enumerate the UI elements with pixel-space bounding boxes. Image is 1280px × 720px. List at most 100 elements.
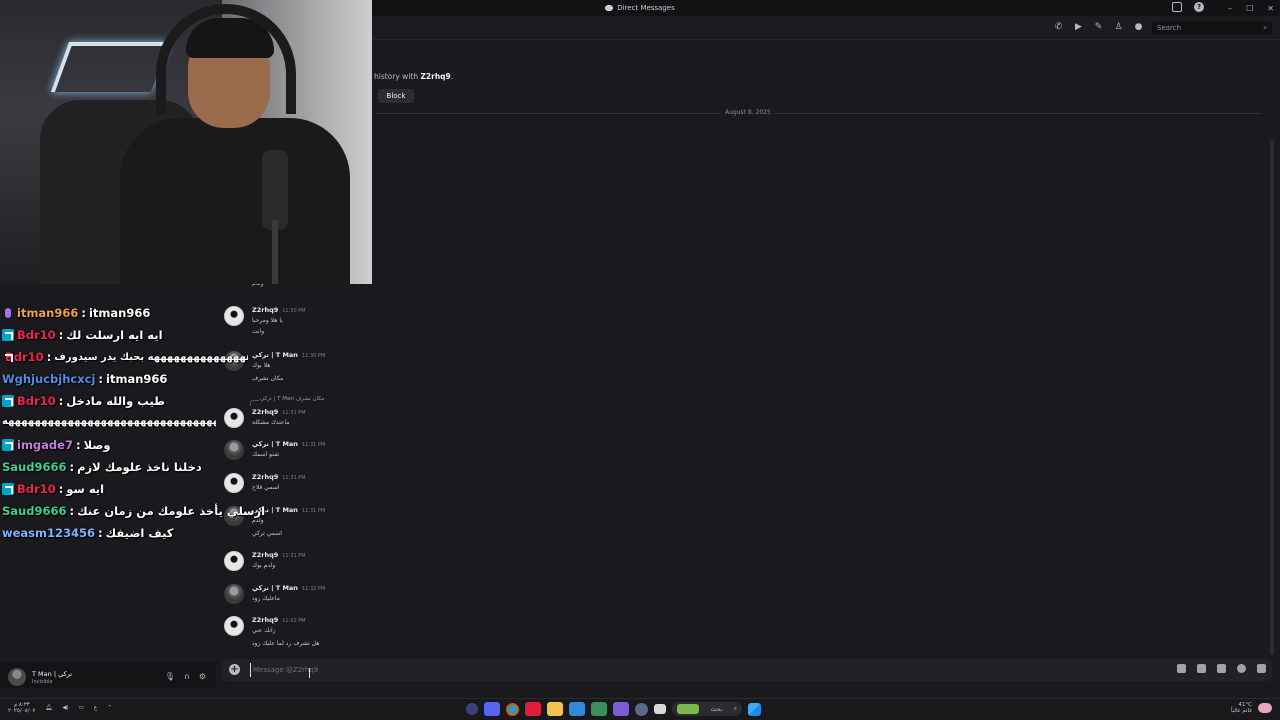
message-input[interactable] — [250, 663, 950, 677]
task-view-icon[interactable] — [654, 704, 666, 714]
timestamp: 11:31 PM — [301, 508, 326, 514]
settings-gear-icon[interactable]: ⚙ — [199, 672, 206, 681]
stream-chat-message: هههههههههههههههههههههههههههههههههه — [2, 416, 216, 427]
message-line: ولدم — [252, 517, 264, 524]
stream-chat-message: imgade7: وصلا — [2, 438, 111, 452]
avatar[interactable] — [224, 584, 244, 604]
taskbar-search[interactable]: بحث ⌕ — [672, 702, 742, 716]
chat-username: Bdr10 — [17, 482, 56, 496]
chat-text: itman966 — [88, 306, 151, 320]
inbox-icon[interactable] — [1172, 2, 1182, 12]
message-scrollbar[interactable] — [1270, 140, 1274, 655]
date-divider-label: August 8, 2025 — [721, 109, 775, 116]
taskbar-search-icon: ⌕ — [733, 705, 737, 712]
message-meta: تركي | T Man 11:30 PM — [252, 351, 325, 359]
search-icon: ⌕ — [1263, 23, 1267, 32]
gif-icon[interactable] — [1197, 664, 1206, 673]
language-indicator[interactable]: ع — [94, 705, 97, 711]
user-controls: 🎙︎ ∩ ⚙ — [165, 672, 206, 681]
stream-chat-message: Bdr10: هههههههههههههههه بحبك يدر سيدورف — [2, 350, 248, 364]
gift-icon[interactable] — [1177, 664, 1186, 673]
streamer-body — [120, 118, 350, 284]
user-avatar[interactable] — [8, 668, 26, 686]
phone-icon[interactable]: ✆ — [1053, 22, 1064, 33]
avatar[interactable] — [224, 306, 244, 326]
text-cursor — [309, 668, 310, 678]
store-icon[interactable] — [569, 702, 585, 716]
reply-reference[interactable]: تركي | T Man مكان تشرف — [249, 396, 324, 406]
message-line: هل تشرف رد لما عليك زود — [252, 640, 320, 647]
help-icon[interactable]: ? — [1194, 2, 1204, 12]
author-name[interactable]: Z2rhq9 — [252, 306, 278, 314]
profile-icon[interactable]: ● — [1133, 22, 1144, 33]
window-controls: – ☐ ✕ — [1228, 0, 1274, 16]
author-name[interactable]: Z2rhq9 — [252, 616, 278, 624]
timestamp: 11:31 PM — [301, 442, 326, 448]
dm-intro-text: history with Z2rhq9. — [374, 72, 453, 81]
stream-chat-message: weasm123456: كيف اضيفك — [2, 526, 173, 540]
message-line: ماعليك زود — [252, 595, 280, 602]
discord-icon — [605, 5, 614, 11]
avatar[interactable] — [224, 616, 244, 636]
intro-suffix: . — [450, 72, 454, 81]
webcam-overlay — [0, 0, 372, 284]
chat-username: Saud9666 — [2, 460, 67, 474]
youtube-icon[interactable] — [525, 702, 541, 716]
message-list[interactable]: history with Z2rhq9. Block August 8, 202… — [216, 40, 1274, 655]
network-icon[interactable]: ▭ — [79, 705, 84, 711]
user-name[interactable]: تركي | T Man — [32, 670, 72, 678]
discord-app-icon[interactable] — [484, 702, 500, 716]
message-meta: Z2rhq9 11:31 PM — [252, 551, 306, 559]
microphone-icon[interactable]: 🎙︎ — [165, 672, 175, 681]
photos-app-icon[interactable] — [613, 702, 629, 716]
author-name[interactable]: Z2rhq9 — [252, 473, 278, 481]
start-windows-icon[interactable] — [748, 702, 761, 716]
sticker-icon[interactable] — [1217, 664, 1226, 673]
taskbar-weather[interactable]: 41°C غائم غالباً — [1231, 702, 1272, 714]
chat-separator: : — [75, 438, 81, 452]
message-line: ماعندك مشكلة — [252, 419, 290, 426]
file-explorer-icon[interactable] — [547, 702, 563, 716]
headphones-icon[interactable]: ∩ — [184, 672, 190, 681]
stream-chat-message: Saud9666: دخلنا ناخذ علومك لازم — [2, 460, 202, 474]
chat-separator: : — [98, 526, 103, 540]
search-input[interactable]: Search ⌕ — [1152, 21, 1272, 35]
tray-chevron-icon[interactable]: ⌃ — [107, 705, 112, 711]
stream-chat-message: Bdr10: ايه ايه ارسلت لك — [2, 328, 163, 342]
vip-badge-icon — [2, 395, 14, 407]
avatar[interactable] — [224, 440, 244, 460]
add-attachment-icon[interactable]: + — [229, 664, 240, 675]
add-friend-icon[interactable]: ♙ — [1113, 22, 1124, 33]
chat-username: Bdr10 — [17, 328, 56, 342]
author-name[interactable]: Z2rhq9 — [252, 408, 278, 416]
minimize-icon[interactable]: – — [1228, 4, 1232, 13]
author-name[interactable]: تركي | T Man — [252, 440, 298, 448]
taskbar-clock[interactable]: ٨:٣٣ م ٢٠٢٥/٠٨/٠٧ — [8, 702, 35, 714]
chat-separator: : — [46, 350, 52, 364]
chat-username: imgade7 — [17, 438, 73, 452]
volume-icon[interactable]: ◀) — [62, 705, 68, 711]
chat-text: itman966 — [106, 372, 168, 386]
notification-bell-icon[interactable]: 🔔︎ — [45, 705, 52, 711]
settings-app-icon[interactable] — [635, 702, 648, 716]
block-button[interactable]: Block — [378, 89, 414, 103]
maximize-icon[interactable]: ☐ — [1246, 4, 1253, 13]
video-icon[interactable]: ▶ — [1073, 22, 1084, 33]
emoji-icon[interactable] — [1237, 664, 1246, 673]
apps-icon[interactable] — [1257, 664, 1266, 673]
close-icon[interactable]: ✕ — [1267, 4, 1274, 13]
avatar[interactable] — [224, 473, 244, 493]
author-name[interactable]: تركي | T Man — [252, 584, 298, 592]
message-meta: تركي | T Man 11:32 PM — [252, 584, 325, 592]
pin-icon[interactable]: ✎ — [1093, 22, 1104, 33]
message-line: اسمي تركي — [252, 530, 282, 537]
author-name[interactable]: تركي | T Man — [252, 351, 298, 359]
avatar[interactable] — [224, 551, 244, 571]
copilot-icon[interactable] — [466, 703, 478, 715]
author-name[interactable]: Z2rhq9 — [252, 551, 278, 559]
avatar[interactable] — [224, 408, 244, 428]
message-line: هلا بوك — [252, 362, 271, 369]
chrome-icon[interactable] — [506, 702, 519, 716]
message-line: مكان تشرف — [252, 375, 284, 382]
spreadsheet-app-icon[interactable] — [591, 702, 607, 716]
